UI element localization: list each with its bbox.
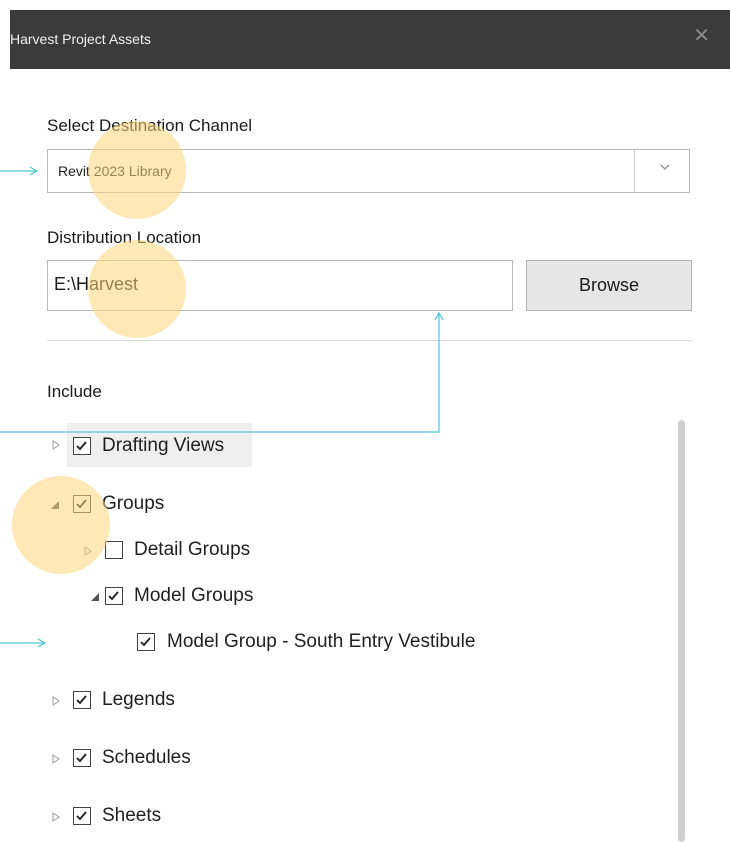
tree-item-model-group-south-entry-vestibule[interactable]: Model Group - South Entry Vestibule <box>167 631 475 653</box>
collapsed-arrow-icon[interactable] <box>52 440 60 453</box>
collapsed-arrow-icon[interactable] <box>52 754 60 767</box>
checkbox-legends[interactable] <box>73 691 91 709</box>
checkbox-drafting-views[interactable] <box>73 437 91 455</box>
highlight-circle <box>88 240 186 338</box>
tree-item-schedules[interactable]: Schedules <box>102 747 191 769</box>
browse-button[interactable]: Browse <box>526 260 692 311</box>
tree-item-groups[interactable]: Groups <box>102 493 164 515</box>
top-margin <box>0 0 730 10</box>
window-title: Harvest Project Assets <box>10 31 151 47</box>
tree-item-legends[interactable]: Legends <box>102 689 175 711</box>
highlight-circle <box>12 476 110 574</box>
tree-item-detail-groups[interactable]: Detail Groups <box>134 539 250 561</box>
checkbox-schedules[interactable] <box>73 749 91 767</box>
collapsed-arrow-icon[interactable] <box>52 696 60 709</box>
collapsed-arrow-icon[interactable] <box>52 812 60 825</box>
checkbox-model-groups[interactable] <box>105 587 123 605</box>
title-bar: Harvest Project Assets ✕ <box>10 10 730 69</box>
checkbox-sheets[interactable] <box>73 807 91 825</box>
chevron-down-icon[interactable] <box>659 160 671 176</box>
close-icon[interactable]: ✕ <box>693 26 710 46</box>
checkbox-model-group-south-entry-vestibule[interactable] <box>137 633 155 651</box>
tree-item-sheets[interactable]: Sheets <box>102 805 161 827</box>
highlight-circle <box>88 121 186 219</box>
dropdown-divider <box>634 150 635 192</box>
include-label: Include <box>47 382 102 401</box>
tree-item-drafting-views[interactable]: Drafting Views <box>102 435 224 457</box>
tree-scrollbar[interactable] <box>678 420 685 842</box>
tree-item-model-groups[interactable]: Model Groups <box>134 585 253 607</box>
checkbox-detail-groups[interactable] <box>105 541 123 559</box>
section-divider <box>47 340 692 341</box>
expanded-arrow-icon[interactable] <box>90 592 100 605</box>
